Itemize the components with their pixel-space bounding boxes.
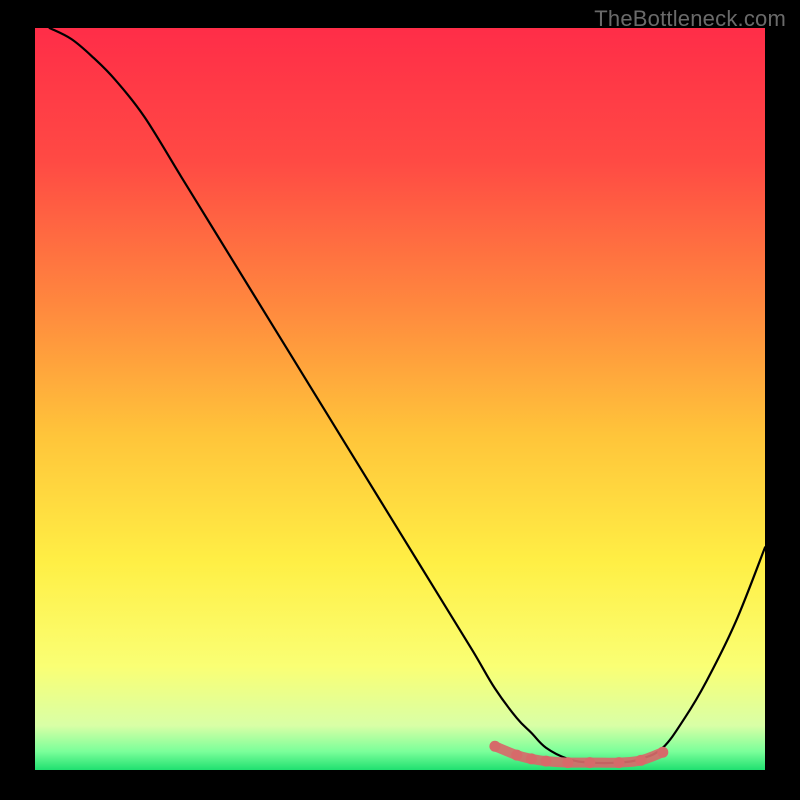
chart-container: TheBottleneck.com [0, 0, 800, 800]
watermark: TheBottleneck.com [594, 6, 786, 32]
highlight-dot [635, 755, 646, 766]
highlight-dot [584, 757, 595, 768]
highlight-dot [562, 757, 573, 768]
plot-background [35, 28, 765, 770]
highlight-dot [541, 756, 552, 767]
highlight-dot [526, 753, 537, 764]
highlight-dot [489, 741, 500, 752]
highlight-dot [511, 750, 522, 761]
highlight-dot [614, 757, 625, 768]
highlight-dot [657, 747, 668, 758]
bottleneck-chart [0, 0, 800, 800]
